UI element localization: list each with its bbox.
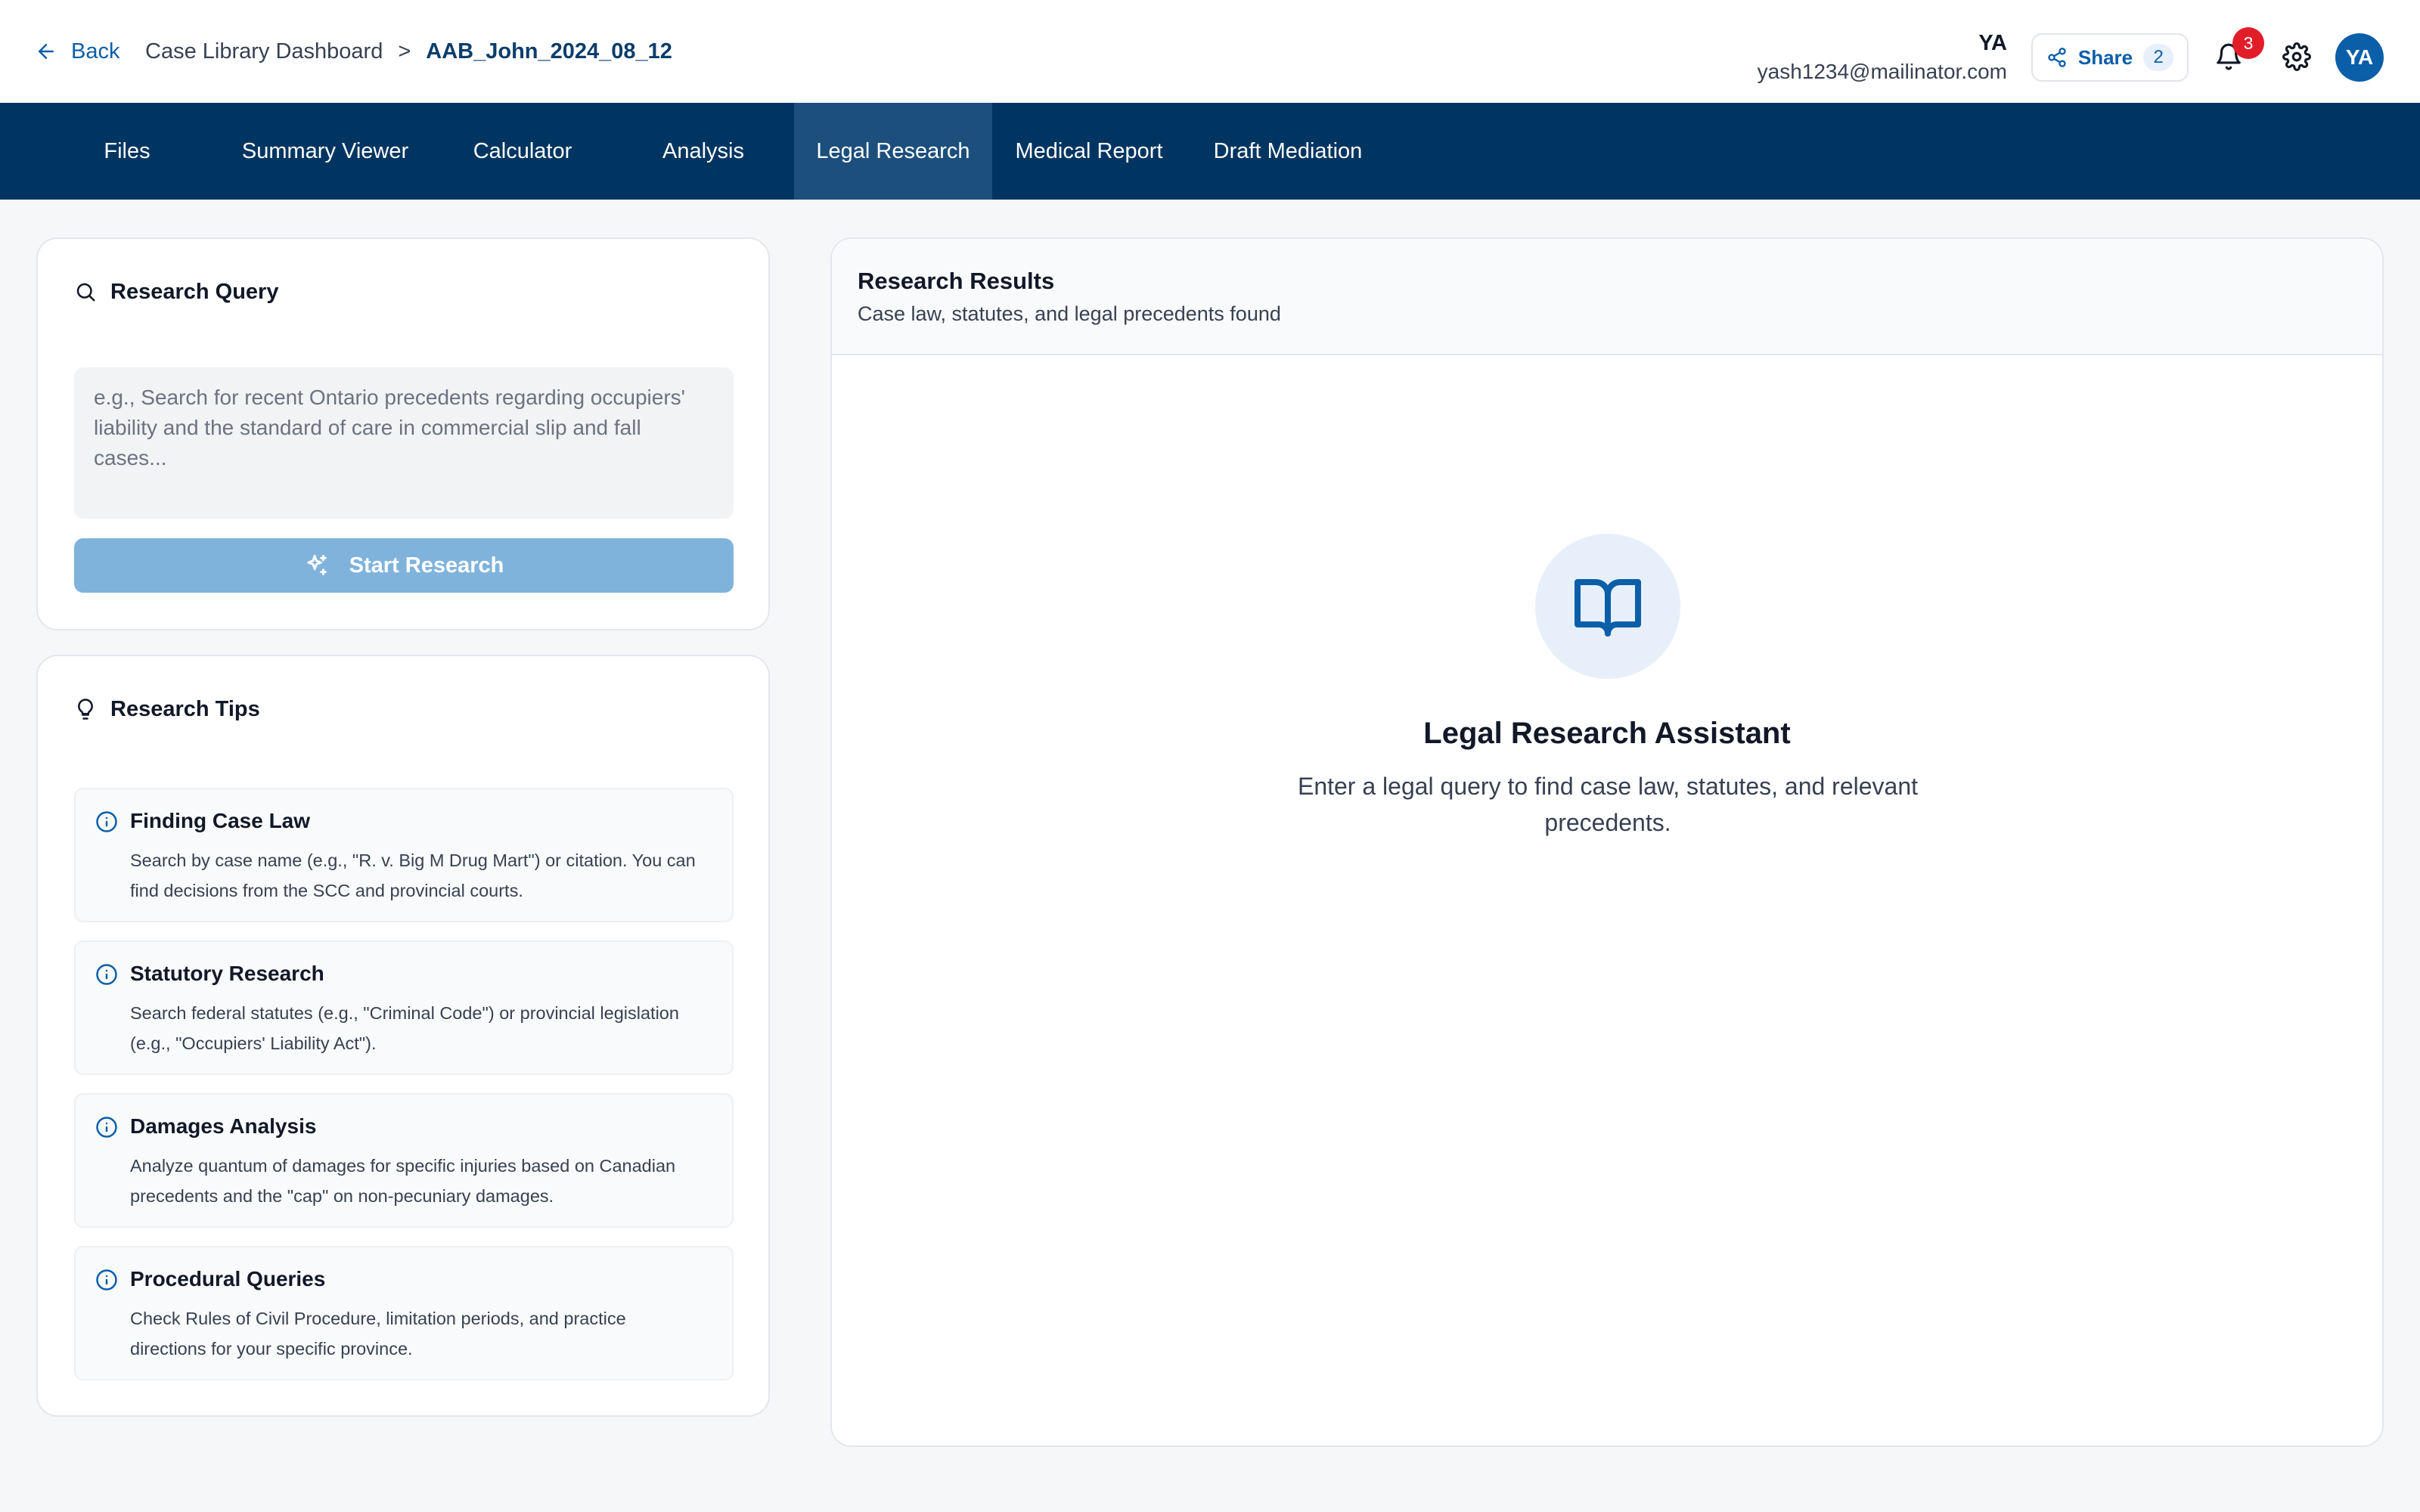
breadcrumb-current-case: AAB_John_2024_08_12	[426, 39, 672, 64]
back-label: Back	[71, 39, 120, 64]
tip-procedural-queries: Procedural Queries Check Rules of Civil …	[74, 1246, 734, 1380]
back-button[interactable]: Back	[35, 35, 119, 68]
tip-body: Check Rules of Civil Procedure, limitati…	[130, 1309, 626, 1359]
research-tips-title: Research Tips	[110, 696, 260, 721]
search-icon	[76, 283, 95, 302]
research-query-header: Research Query	[74, 275, 278, 308]
arrow-left-icon	[39, 44, 54, 59]
tab-draft-mediation[interactable]: Draft Mediation	[1195, 103, 1381, 200]
settings-button[interactable]	[2282, 42, 2313, 73]
tip-body: Search federal statutes (e.g., "Criminal…	[130, 1003, 679, 1053]
share-label: Share	[2077, 45, 2133, 69]
empty-state-icon-circle	[1535, 534, 1680, 679]
user-initials: YA	[1978, 31, 2007, 55]
info-icon	[96, 964, 117, 985]
book-open-icon	[1575, 579, 1641, 637]
top-header: Back Case Library Dashboard > AAB_John_2…	[0, 0, 2420, 103]
research-results-header: Research Results Case law, statutes, and…	[832, 239, 2382, 355]
start-research-label: Start Research	[349, 553, 504, 578]
share-count-badge: 2	[2143, 44, 2174, 71]
notification-count-badge: 3	[2232, 27, 2264, 59]
tip-title: Finding Case Law	[130, 809, 311, 832]
research-query-input[interactable]	[74, 367, 734, 519]
empty-state-text: Enter a legal query to find case law, st…	[1297, 773, 1919, 836]
tab-calculator[interactable]: Calculator	[454, 103, 591, 200]
user-info: YA yash1234@mailinator.com	[1758, 29, 2007, 86]
gear-icon	[2282, 42, 2311, 71]
info-icon	[96, 811, 117, 832]
research-results-subtitle: Case law, statutes, and legal precedents…	[858, 302, 1281, 325]
tip-statutory-research: Statutory Research Search federal statut…	[74, 940, 734, 1075]
breadcrumb-dashboard-link[interactable]: Case Library Dashboard	[145, 39, 383, 64]
breadcrumb-separator: >	[398, 39, 411, 64]
lightbulb-icon	[78, 699, 93, 720]
tip-title: Damages Analysis	[130, 1114, 317, 1138]
research-query-title: Research Query	[110, 279, 279, 304]
tip-body: Analyze quantum of damages for specific …	[130, 1156, 676, 1206]
tab-legal-research[interactable]: Legal Research	[794, 103, 992, 200]
share-button[interactable]: Share 2	[2031, 33, 2189, 82]
research-query-card: Research Query Start Research	[36, 237, 770, 631]
breadcrumb: Case Library Dashboard > AAB_John_2024_0…	[145, 35, 672, 68]
research-tips-header: Research Tips	[74, 692, 260, 726]
tip-title: Procedural Queries	[130, 1267, 326, 1290]
research-results-title: Research Results	[858, 268, 1055, 294]
tip-title: Statutory Research	[130, 962, 324, 985]
research-results-card: Research Results Case law, statutes, and…	[830, 237, 2384, 1447]
empty-state-title: Legal Research Assistant	[1423, 717, 1791, 750]
start-research-button[interactable]: Start Research	[74, 538, 734, 593]
tip-body: Search by case name (e.g., "R. v. Big M …	[130, 850, 696, 900]
tab-analysis[interactable]: Analysis	[635, 103, 771, 200]
tab-summary-viewer[interactable]: Summary Viewer	[227, 103, 424, 200]
tip-finding-case-law: Finding Case Law Search by case name (e.…	[74, 788, 734, 922]
share-icon	[2048, 48, 2066, 67]
user-email: yash1234@mailinator.com	[1757, 60, 2007, 83]
info-icon	[96, 1117, 117, 1138]
research-tips-card: Research Tips Finding Case Law Search by…	[36, 655, 770, 1417]
tab-files[interactable]: Files	[79, 103, 175, 200]
info-icon	[96, 1269, 117, 1290]
user-avatar[interactable]: YA	[2335, 33, 2384, 82]
tab-medical-report[interactable]: Medical Report	[992, 103, 1186, 200]
sparkles-icon	[306, 554, 327, 575]
main-tab-bar: Files Summary Viewer Calculator Analysis…	[0, 103, 2420, 200]
tip-damages-analysis: Damages Analysis Analyze quantum of dama…	[74, 1093, 734, 1228]
